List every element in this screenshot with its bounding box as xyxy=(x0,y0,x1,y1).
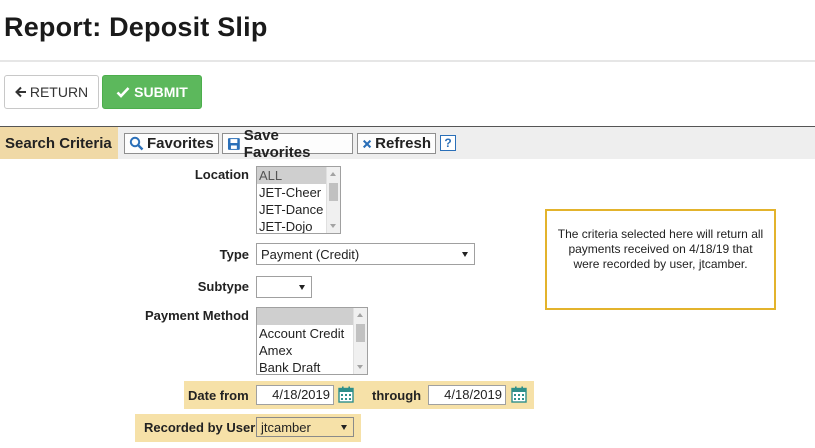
subtype-label: Subtype xyxy=(197,279,249,294)
search-criteria-label: Search Criteria xyxy=(0,127,118,159)
recorded-by-select[interactable]: jtcamber xyxy=(256,417,354,437)
payment-method-label: Payment Method xyxy=(144,308,249,323)
return-button[interactable]: RETURN xyxy=(4,75,99,109)
payment-method-listbox[interactable]: Account Credit Amex Bank Draft xyxy=(256,307,368,375)
search-icon xyxy=(129,136,144,151)
submit-button-label: SUBMIT xyxy=(134,84,188,100)
scroll-thumb[interactable] xyxy=(329,183,338,201)
chevron-down-icon xyxy=(299,285,305,290)
location-listbox[interactable]: ALL JET-Cheer JET-Dance JET-Dojo xyxy=(256,166,341,234)
location-option[interactable]: JET-Cheer xyxy=(257,184,326,201)
calendar-icon[interactable] xyxy=(511,386,527,403)
scroll-thumb[interactable] xyxy=(356,324,365,342)
floppy-disk-icon xyxy=(227,137,240,150)
x-icon xyxy=(362,139,372,148)
date-through-input[interactable]: 4/18/2019 xyxy=(428,385,506,405)
scroll-down-icon[interactable] xyxy=(330,224,336,228)
type-label: Type xyxy=(219,247,249,262)
subtype-select[interactable] xyxy=(256,276,312,298)
save-favorites-button[interactable]: Save Favorites xyxy=(222,127,353,161)
payment-method-option[interactable]: Bank Draft xyxy=(257,359,353,374)
refresh-button[interactable]: Refresh xyxy=(357,133,436,154)
location-option[interactable]: ALL xyxy=(257,167,326,184)
search-criteria-bar: Search Criteria Favorites Save Favorites… xyxy=(0,126,815,161)
scroll-up-icon[interactable] xyxy=(357,313,363,317)
save-favorites-button-label: Save Favorites xyxy=(243,126,311,161)
chevron-down-icon xyxy=(462,252,468,257)
refresh-button-label: Refresh xyxy=(375,135,431,152)
payment-method-option[interactable]: Account Credit xyxy=(257,325,353,342)
payment-method-option[interactable]: Amex xyxy=(257,342,353,359)
type-select[interactable]: Payment (Credit) xyxy=(256,243,475,265)
calendar-icon[interactable] xyxy=(338,386,354,403)
location-option[interactable]: JET-Dance xyxy=(257,201,326,218)
location-scrollbar[interactable] xyxy=(326,167,340,233)
arrow-left-icon xyxy=(14,86,26,98)
location-option[interactable]: JET-Dojo xyxy=(257,218,326,233)
help-icon[interactable]: ? xyxy=(440,135,456,151)
criteria-note: The criteria selected here will return a… xyxy=(545,209,776,310)
payment-method-scrollbar[interactable] xyxy=(353,308,367,374)
date-through-label: through xyxy=(372,388,422,403)
date-from-label: Date from xyxy=(188,388,249,403)
recorded-by-select-value: jtcamber xyxy=(261,419,311,435)
scroll-up-icon[interactable] xyxy=(330,172,336,176)
payment-method-option[interactable] xyxy=(257,308,353,325)
date-from-input[interactable]: 4/18/2019 xyxy=(256,385,334,405)
submit-button[interactable]: SUBMIT xyxy=(102,75,202,109)
help-icon-label: ? xyxy=(444,136,452,150)
chevron-down-icon xyxy=(341,425,347,430)
favorites-button-label: Favorites xyxy=(147,135,214,152)
recorded-by-label: Recorded by User xyxy=(144,420,256,435)
page-title: Report: Deposit Slip xyxy=(4,12,268,42)
title-divider xyxy=(0,60,815,62)
location-label: Location xyxy=(194,167,249,182)
type-select-value: Payment (Credit) xyxy=(261,246,360,262)
checkmark-icon xyxy=(116,87,130,98)
return-button-label: RETURN xyxy=(29,84,89,100)
favorites-button[interactable]: Favorites xyxy=(124,133,219,154)
scroll-down-icon[interactable] xyxy=(357,365,363,369)
